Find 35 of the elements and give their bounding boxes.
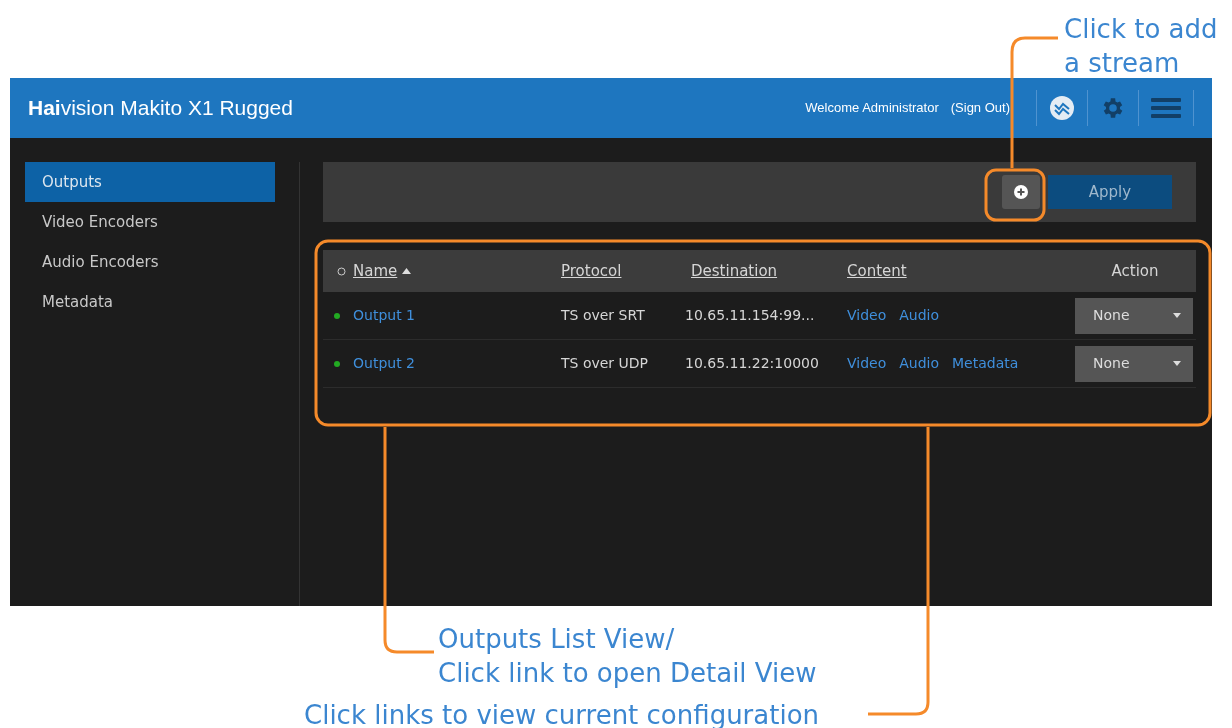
welcome-text: Welcome Administrator — [805, 99, 939, 118]
sidebar-item[interactable]: Audio Encoders — [25, 242, 275, 282]
column-header[interactable]: Name — [353, 259, 398, 283]
table-cell-text: 10.65.11.22:10000 — [685, 354, 820, 373]
callout-frame — [984, 168, 1046, 222]
plus-icon — [1014, 185, 1028, 199]
content-link[interactable]: Video — [847, 353, 887, 374]
column-header[interactable]: Content — [847, 259, 907, 283]
content-link[interactable]: Metadata — [952, 353, 1019, 374]
action-dropdown[interactable]: None — [1075, 297, 1193, 334]
callout-text: Outputs List View/ Click link to open Detail View — [438, 623, 817, 690]
caret-icon — [1173, 313, 1181, 318]
content-link[interactable]: Audio — [899, 353, 940, 374]
column-header[interactable]: Protocol — [561, 259, 622, 283]
table-cell-text: 10.65.11.154:99... — [685, 306, 816, 325]
column-header: Action — [1111, 260, 1159, 282]
action-dropdown[interactable]: None — [1075, 345, 1193, 382]
callout-text: Click to add a stream — [1064, 13, 1218, 80]
menu-icon[interactable] — [1151, 96, 1181, 120]
content-link[interactable]: Video — [847, 305, 887, 326]
sidebar-item[interactable]: Outputs — [25, 162, 275, 202]
caret-icon — [1173, 361, 1181, 366]
sign-out-link[interactable]: (Sign Out) — [950, 98, 1010, 118]
column-header[interactable]: Destination — [691, 259, 778, 283]
sidebar-item[interactable]: Metadata — [25, 282, 275, 322]
apply-button[interactable]: Apply — [1048, 175, 1172, 209]
sort-up-icon — [402, 268, 412, 274]
content-link[interactable]: Audio — [899, 305, 940, 326]
output-link[interactable]: Output 1 — [353, 305, 561, 326]
radio-icon — [337, 266, 346, 276]
output-link[interactable]: Output 2 — [353, 353, 561, 374]
status-icon[interactable] — [1049, 95, 1075, 121]
add-button[interactable] — [1002, 175, 1040, 209]
app-title: Haivision Makito X1 Rugged — [28, 95, 293, 122]
sidebar-item[interactable]: Video Encoders — [25, 202, 275, 242]
